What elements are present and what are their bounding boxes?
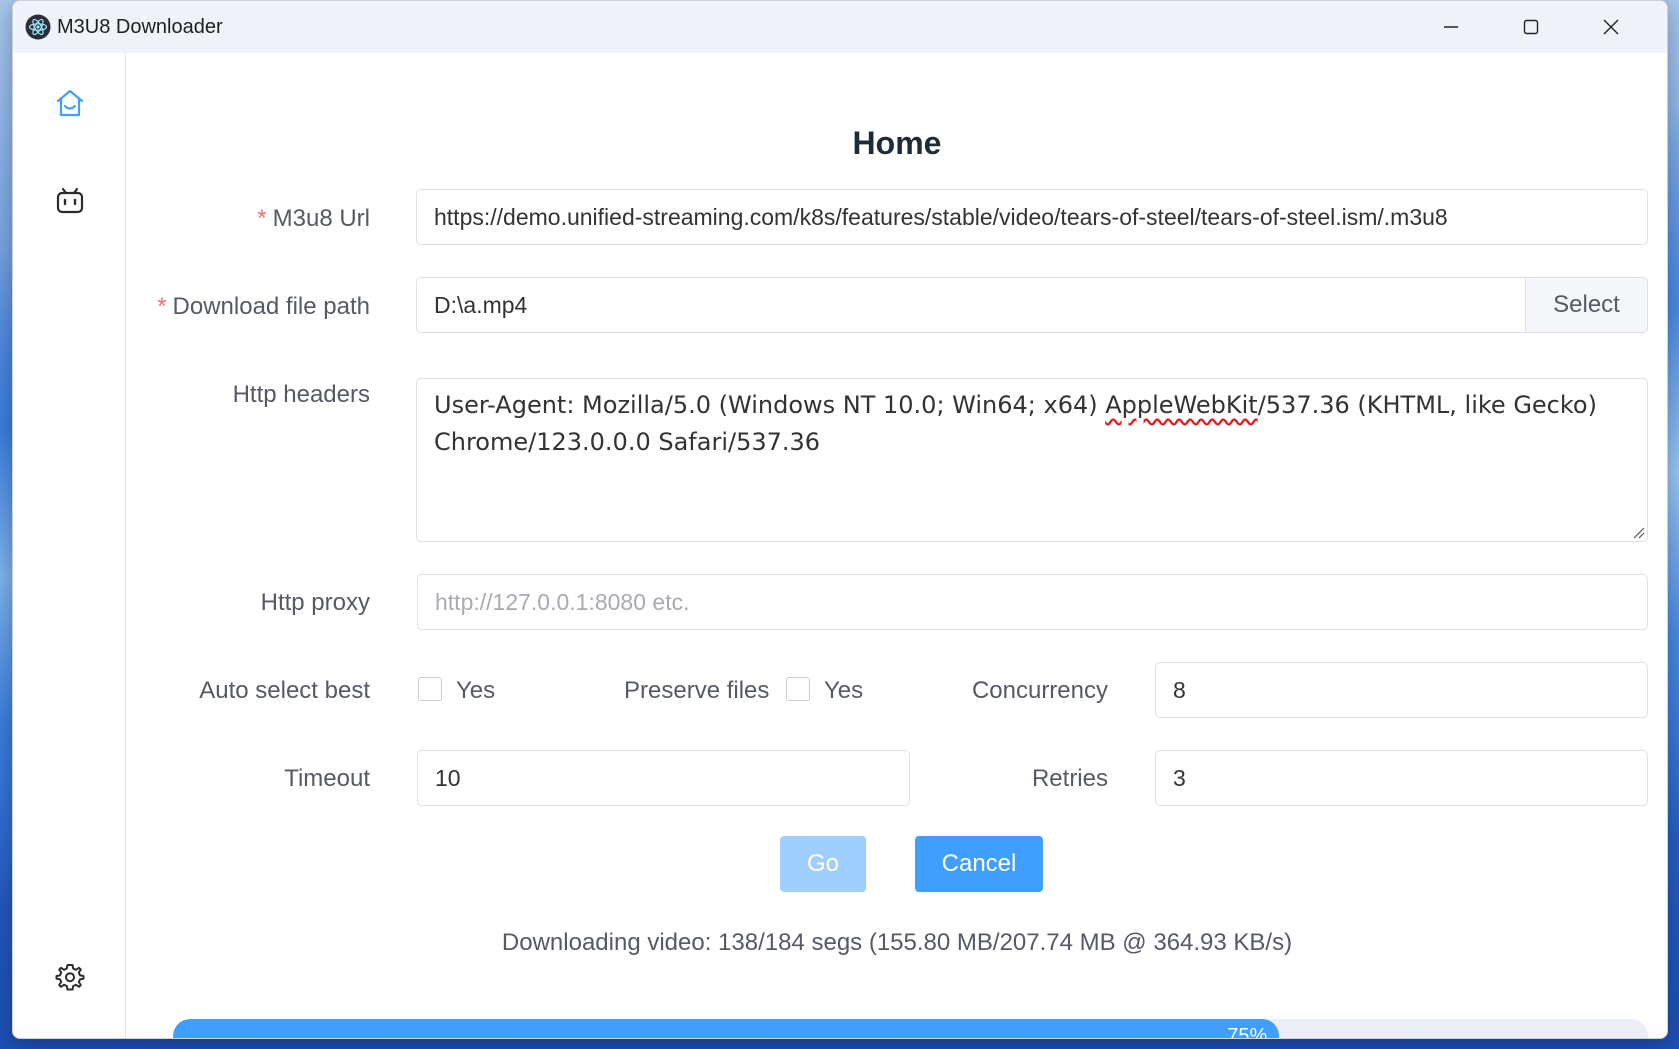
- window-title: M3U8 Downloader: [57, 15, 223, 38]
- retries-label: Retries: [1031, 765, 1108, 792]
- close-icon: [1603, 19, 1619, 35]
- progress-label: 75%: [1227, 1024, 1268, 1039]
- cancel-button[interactable]: Cancel: [915, 836, 1043, 892]
- download-status-text: Downloading video: 138/184 segs (155.80 …: [501, 929, 1293, 956]
- auto-select-label: Auto select best: [199, 677, 370, 704]
- required-asterisk: *: [257, 205, 267, 232]
- resize-grip-icon[interactable]: [1631, 525, 1645, 539]
- url-input[interactable]: https://demo.unified-streaming.com/k8s/f…: [416, 189, 1648, 245]
- preserve-files-checkbox[interactable]: [786, 677, 810, 701]
- headers-line: Chrome/123.0.0.0 Safari/537.36: [434, 428, 821, 456]
- electron-logo-icon: [25, 14, 51, 40]
- gear-icon: [55, 964, 84, 991]
- sidebar-item-home[interactable]: [13, 73, 126, 133]
- proxy-label: Http proxy: [260, 589, 370, 616]
- auto-select-option[interactable]: Yes: [456, 677, 495, 705]
- close-button[interactable]: [1571, 1, 1651, 53]
- home-icon: [56, 89, 83, 117]
- headers-textarea[interactable]: User-Agent: Mozilla/5.0 (Windows NT 10.0…: [416, 378, 1648, 542]
- required-asterisk: *: [157, 293, 167, 320]
- minimize-icon: [1444, 26, 1458, 28]
- spellcheck-word: AppleWebKit: [1105, 391, 1258, 419]
- preserve-files-option[interactable]: Yes: [824, 677, 863, 705]
- select-button[interactable]: Select: [1525, 277, 1648, 333]
- concurrency-label: Concurrency: [971, 677, 1108, 704]
- download-progress-bar: 75%: [173, 1019, 1648, 1039]
- tv-robot-icon: [56, 187, 83, 214]
- proxy-input[interactable]: http://127.0.0.1:8080 etc.: [417, 574, 1648, 630]
- title-bar[interactable]: M3U8 Downloader: [13, 1, 1667, 53]
- sidebar: [13, 53, 126, 1038]
- go-button[interactable]: Go: [780, 836, 866, 892]
- sidebar-item-settings[interactable]: [13, 947, 126, 1007]
- progress-fill: 75%: [173, 1019, 1280, 1039]
- app-window: M3U8 Downloader Home * M3u8 Url https://…: [12, 0, 1668, 1039]
- timeout-label: Timeout: [284, 765, 370, 792]
- path-input[interactable]: D:\a.mp4: [416, 277, 1526, 333]
- preserve-files-label: Preserve files: [624, 677, 770, 704]
- auto-select-checkbox[interactable]: [418, 677, 442, 701]
- path-label: * Download file path: [157, 293, 370, 320]
- headers-line: User-Agent: Mozilla/5.0 (Windows NT 10.0…: [434, 391, 1597, 419]
- maximize-icon: [1523, 19, 1539, 35]
- page-title: Home: [852, 125, 942, 161]
- main-content: Home * M3u8 Url https://demo.unified-stre…: [127, 53, 1667, 1038]
- maximize-button[interactable]: [1491, 1, 1571, 53]
- headers-label: Http headers: [232, 381, 370, 408]
- retries-input[interactable]: 3: [1155, 750, 1648, 806]
- url-label: * M3u8 Url: [257, 205, 370, 232]
- concurrency-input[interactable]: 8: [1155, 662, 1648, 718]
- timeout-input[interactable]: 10: [417, 750, 910, 806]
- minimize-button[interactable]: [1411, 1, 1491, 53]
- sidebar-item-bilibili[interactable]: [13, 171, 126, 231]
